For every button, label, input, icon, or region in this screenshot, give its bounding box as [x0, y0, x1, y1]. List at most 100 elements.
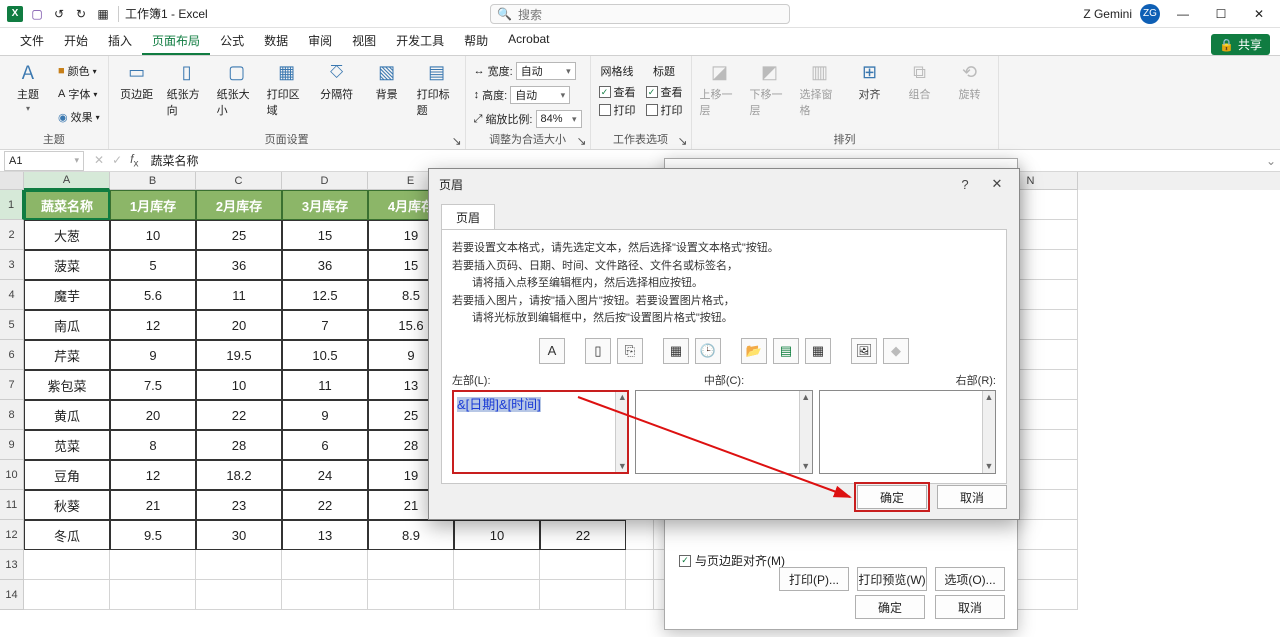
- colors-button[interactable]: ■颜色▾: [58, 60, 100, 82]
- col-head-A[interactable]: A: [24, 172, 110, 190]
- cell-E14[interactable]: [368, 580, 454, 610]
- cell-A4[interactable]: 魔芋: [24, 280, 110, 310]
- right-scrollbar[interactable]: ▲▼: [982, 391, 995, 473]
- cell-D1[interactable]: 3月库存: [282, 190, 368, 220]
- cell-B1[interactable]: 1月库存: [110, 190, 196, 220]
- tab-Acrobat[interactable]: Acrobat: [498, 28, 559, 55]
- col-head-D[interactable]: D: [282, 172, 368, 190]
- orientation-button[interactable]: ▯纸张方向: [167, 60, 207, 118]
- center-header-box[interactable]: ▲▼: [635, 390, 812, 474]
- cell-B14[interactable]: [110, 580, 196, 610]
- cell-A3[interactable]: 菠菜: [24, 250, 110, 280]
- print-button[interactable]: 打印(P)...: [779, 567, 849, 591]
- cell-D12[interactable]: 13: [282, 520, 368, 550]
- cell-B11[interactable]: 21: [110, 490, 196, 520]
- cell-A11[interactable]: 秋葵: [24, 490, 110, 520]
- row-head-11[interactable]: 11: [0, 490, 24, 520]
- row-head-13[interactable]: 13: [0, 550, 24, 580]
- tab-插入[interactable]: 插入: [98, 28, 142, 55]
- select-all-corner[interactable]: [0, 172, 24, 190]
- save-icon[interactable]: ▢: [28, 5, 46, 23]
- format-picture-tool[interactable]: ◆: [883, 338, 909, 364]
- cell-D11[interactable]: 22: [282, 490, 368, 520]
- tab-视图[interactable]: 视图: [342, 28, 386, 55]
- cell-D2[interactable]: 15: [282, 220, 368, 250]
- cell-D8[interactable]: 9: [282, 400, 368, 430]
- row-head-7[interactable]: 7: [0, 370, 24, 400]
- tab-数据[interactable]: 数据: [254, 28, 298, 55]
- cell-A9[interactable]: 苋菜: [24, 430, 110, 460]
- row-head-10[interactable]: 10: [0, 460, 24, 490]
- cell-A14[interactable]: [24, 580, 110, 610]
- row-head-2[interactable]: 2: [0, 220, 24, 250]
- share-button[interactable]: 🔒 共享: [1211, 34, 1270, 55]
- sheetname-tool[interactable]: ▦: [805, 338, 831, 364]
- cell-C5[interactable]: 20: [196, 310, 282, 340]
- cell-B13[interactable]: [110, 550, 196, 580]
- format-text-tool[interactable]: A: [539, 338, 565, 364]
- cell-B9[interactable]: 8: [110, 430, 196, 460]
- avatar[interactable]: ZG: [1140, 4, 1160, 24]
- fx-icon[interactable]: fx: [130, 152, 138, 169]
- formula-expand-icon[interactable]: ⌄: [1262, 154, 1280, 168]
- cell-C10[interactable]: 18.2: [196, 460, 282, 490]
- cell-H14[interactable]: [626, 580, 654, 610]
- left-header-box[interactable]: &[日期]&[时间] ▲▼: [452, 390, 629, 474]
- scale-launcher[interactable]: ↘: [576, 135, 588, 147]
- tab-开始[interactable]: 开始: [54, 28, 98, 55]
- pagesetup-ok-button[interactable]: 确定: [855, 595, 925, 619]
- cell-B12[interactable]: 9.5: [110, 520, 196, 550]
- cell-D4[interactable]: 12.5: [282, 280, 368, 310]
- cell-A12[interactable]: 冬瓜: [24, 520, 110, 550]
- cell-D14[interactable]: [282, 580, 368, 610]
- tab-开发工具[interactable]: 开发工具: [386, 28, 454, 55]
- cell-C1[interactable]: 2月库存: [196, 190, 282, 220]
- align-with-margins-check[interactable]: ✓与页边距对齐(M): [679, 552, 785, 569]
- cell-C2[interactable]: 25: [196, 220, 282, 250]
- print-preview-button[interactable]: 打印预览(W): [857, 567, 927, 591]
- row-head-1[interactable]: 1: [0, 190, 24, 220]
- gridlines-view-check[interactable]: ✓查看: [599, 84, 636, 100]
- cell-A1[interactable]: 蔬菜名称: [24, 190, 110, 220]
- cell-C6[interactable]: 19.5: [196, 340, 282, 370]
- cell-C9[interactable]: 28: [196, 430, 282, 460]
- filepath-tool[interactable]: 📂: [741, 338, 767, 364]
- sheet-options-launcher[interactable]: ↘: [677, 135, 689, 147]
- pagesetup-cancel-button[interactable]: 取消: [935, 595, 1005, 619]
- tab-页面布局[interactable]: 页面布局: [142, 28, 210, 55]
- cell-B10[interactable]: 12: [110, 460, 196, 490]
- cell-G13[interactable]: [540, 550, 626, 580]
- dialog-help-button[interactable]: ?: [953, 173, 977, 195]
- cell-F13[interactable]: [454, 550, 540, 580]
- col-head-C[interactable]: C: [196, 172, 282, 190]
- cell-G14[interactable]: [540, 580, 626, 610]
- page-count-tool[interactable]: ⎘: [617, 338, 643, 364]
- headings-print-check[interactable]: 打印: [646, 102, 683, 118]
- col-head-B[interactable]: B: [110, 172, 196, 190]
- tab-审阅[interactable]: 审阅: [298, 28, 342, 55]
- cell-C14[interactable]: [196, 580, 282, 610]
- row-head-14[interactable]: 14: [0, 580, 24, 610]
- cell-B8[interactable]: 20: [110, 400, 196, 430]
- breaks-button[interactable]: ⎏分隔符: [317, 60, 357, 102]
- cell-C7[interactable]: 10: [196, 370, 282, 400]
- width-dropdown[interactable]: 自动: [516, 62, 576, 80]
- cell-D9[interactable]: 6: [282, 430, 368, 460]
- redo-icon[interactable]: ↻: [72, 5, 90, 23]
- row-head-5[interactable]: 5: [0, 310, 24, 340]
- cell-D7[interactable]: 11: [282, 370, 368, 400]
- cell-B7[interactable]: 7.5: [110, 370, 196, 400]
- cell-D10[interactable]: 24: [282, 460, 368, 490]
- cell-A7[interactable]: 紫包菜: [24, 370, 110, 400]
- cell-C13[interactable]: [196, 550, 282, 580]
- cell-H12[interactable]: [626, 520, 654, 550]
- scale-spinner[interactable]: 84%: [536, 110, 582, 128]
- cell-A6[interactable]: 芹菜: [24, 340, 110, 370]
- cell-A13[interactable]: [24, 550, 110, 580]
- size-button[interactable]: ▢纸张大小: [217, 60, 257, 118]
- row-head-12[interactable]: 12: [0, 520, 24, 550]
- fonts-button[interactable]: A字体▾: [58, 83, 100, 105]
- headings-view-check[interactable]: ✓查看: [646, 84, 683, 100]
- undo-icon[interactable]: ↺: [50, 5, 68, 23]
- cell-C12[interactable]: 30: [196, 520, 282, 550]
